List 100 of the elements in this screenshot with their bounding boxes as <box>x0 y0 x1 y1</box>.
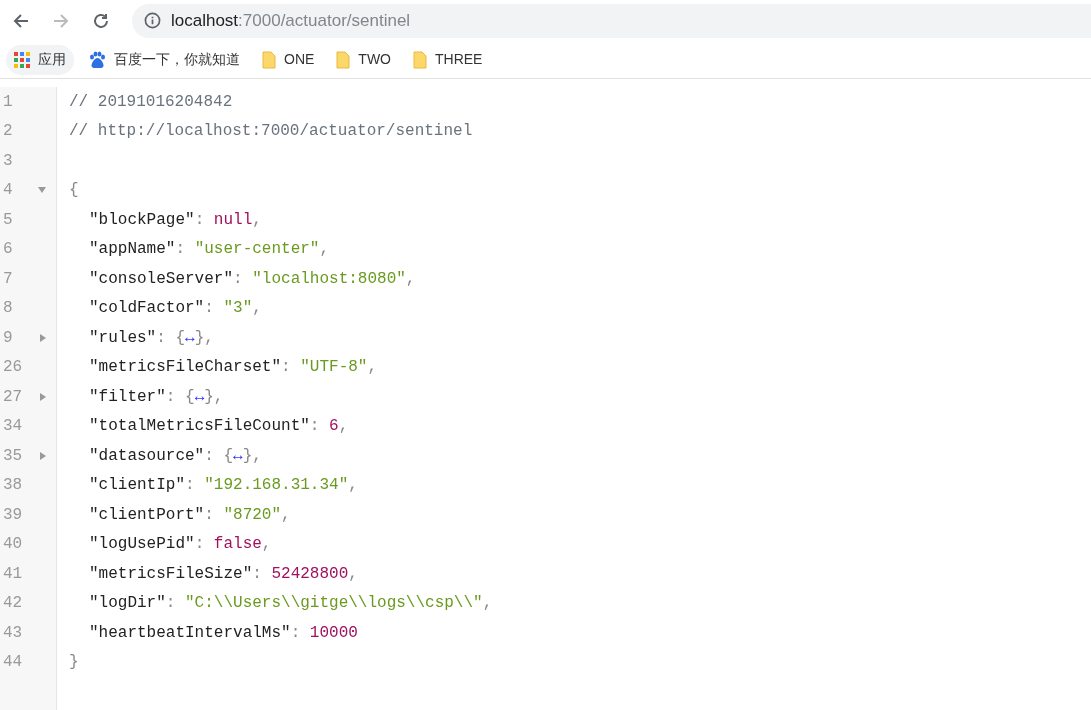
json-string-value: "localhost:8080" <box>252 268 406 290</box>
json-key: "blockPage" <box>89 207 195 232</box>
json-literal-value: 6 <box>329 416 339 438</box>
folder-icon <box>336 50 351 69</box>
json-punctuation: : <box>165 593 177 615</box>
collapsed-object-marker[interactable]: ↔ <box>185 325 195 350</box>
json-string-value: "user-center" <box>194 239 320 261</box>
json-literal-value: null <box>213 209 253 231</box>
json-key: "appName" <box>89 237 176 262</box>
paw-icon <box>88 50 106 69</box>
json-string-value: "8720" <box>223 504 282 526</box>
json-punctuation: : <box>281 357 292 379</box>
collapsed-triangle-icon[interactable] <box>40 392 46 401</box>
bookmark-item[interactable]: 应用 <box>6 44 74 75</box>
json-key: "rules" <box>89 325 157 350</box>
json-punctuation: , <box>319 239 330 261</box>
line-number: 4 <box>3 180 13 202</box>
json-punctuation: , <box>482 593 493 615</box>
json-punctuation: : <box>252 563 263 585</box>
json-punctuation: , <box>252 298 262 320</box>
json-key: "metricsFileSize" <box>89 561 253 586</box>
line-number: 2 <box>3 121 13 143</box>
reload-icon[interactable] <box>92 11 110 30</box>
json-punctuation: : <box>204 298 215 320</box>
json-literal-value: 52428800 <box>271 563 349 585</box>
json-punctuation: , <box>338 416 349 438</box>
line-number: 35 <box>3 445 23 467</box>
json-punctuation: : <box>194 209 206 231</box>
address-bar[interactable]: localhost:7000/actuator/sentinel <box>132 3 1091 38</box>
json-punctuation: { <box>223 445 234 467</box>
line-number: 44 <box>3 652 23 674</box>
json-punctuation: , <box>367 357 378 379</box>
json-key: "totalMetricsFileCount" <box>89 414 310 439</box>
json-literal-value: false <box>213 534 262 556</box>
json-punctuation: : <box>290 622 302 644</box>
expanded-triangle-icon[interactable] <box>38 187 46 194</box>
json-punctuation: }, <box>204 386 224 408</box>
json-punctuation: : <box>165 386 177 408</box>
json-key: "filter" <box>89 384 166 409</box>
json-string-value: "C:\\Users\\gitge\\logs\\csp\\" <box>185 593 483 615</box>
json-key: "coldFactor" <box>89 296 205 321</box>
url-text: localhost:7000/actuator/sentinel <box>171 9 411 32</box>
json-punctuation: { <box>69 180 79 202</box>
json-punctuation: : <box>309 416 321 438</box>
json-punctuation: , <box>261 534 272 556</box>
line-number: 34 <box>3 416 23 438</box>
json-key: "metricsFileCharset" <box>89 355 282 380</box>
line-number: 41 <box>3 563 23 585</box>
json-punctuation: , <box>405 268 416 290</box>
json-punctuation: , <box>252 209 262 231</box>
bookmark-item[interactable]: TWO <box>328 44 399 75</box>
json-punctuation: : <box>233 268 244 290</box>
line-number: 3 <box>3 150 13 172</box>
bookmark-item[interactable]: THREE <box>405 44 491 75</box>
code-comment: // 20191016204842 <box>69 91 233 113</box>
json-punctuation: { <box>175 327 186 349</box>
line-number: 42 <box>3 593 23 615</box>
line-number: 27 <box>3 386 23 408</box>
collapsed-object-marker[interactable]: ↔ <box>194 384 205 409</box>
json-punctuation: }, <box>194 327 214 349</box>
json-punctuation: , <box>348 563 358 585</box>
collapsed-triangle-icon[interactable] <box>40 451 46 460</box>
apps-grid-icon <box>14 51 30 68</box>
bookmark-item[interactable]: ONE <box>254 44 323 75</box>
folder-icon <box>262 50 276 69</box>
line-number: 26 <box>3 357 23 379</box>
line-number: 8 <box>3 298 13 320</box>
json-string-value: "3" <box>223 298 253 320</box>
json-string-value: "UTF-8" <box>300 357 368 379</box>
line-number: 9 <box>3 327 13 349</box>
collapsed-object-marker[interactable]: ↔ <box>233 443 243 468</box>
json-literal-value: 10000 <box>309 622 358 644</box>
json-key: "logDir" <box>89 591 166 616</box>
json-key: "clientPort" <box>89 502 205 527</box>
line-number: 5 <box>3 209 13 231</box>
json-key: "datasource" <box>89 443 205 468</box>
json-key: "clientIp" <box>89 473 185 498</box>
code-comment: // http://localhost:7000/actuator/sentinel <box>69 121 473 143</box>
json-key: "logUsePid" <box>89 532 195 557</box>
json-punctuation: , <box>281 504 291 526</box>
json-punctuation: }, <box>242 445 262 467</box>
back-icon[interactable] <box>12 11 30 30</box>
json-punctuation: : <box>204 445 215 467</box>
json-key: "consoleServer" <box>89 266 234 291</box>
bookmark-item[interactable]: 百度一下，你就知道 <box>80 44 248 75</box>
info-icon <box>144 12 161 29</box>
line-number: 6 <box>3 239 13 261</box>
line-number: 43 <box>3 622 23 644</box>
folder-icon <box>413 50 427 69</box>
json-punctuation: : <box>156 327 167 349</box>
json-key: "heartbeatIntervalMs" <box>89 620 291 645</box>
line-number: 40 <box>3 534 23 556</box>
json-punctuation: { <box>185 386 195 408</box>
json-string-value: "192.168.31.34" <box>204 475 349 497</box>
json-punctuation: , <box>348 475 358 497</box>
line-number: 7 <box>3 268 13 290</box>
json-punctuation: : <box>185 475 196 497</box>
json-punctuation: : <box>194 534 206 556</box>
collapsed-triangle-icon[interactable] <box>40 333 46 342</box>
line-number: 39 <box>3 504 23 526</box>
